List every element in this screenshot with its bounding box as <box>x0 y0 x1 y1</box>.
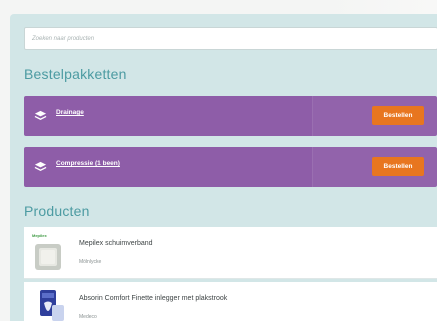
layers-icon <box>34 110 47 120</box>
product-thumbnail-absorin <box>30 287 70 321</box>
products-section-title: Producten <box>24 203 90 219</box>
product-row-absorin[interactable]: Absorin Comfort Finette inlegger met pla… <box>24 282 437 321</box>
order-button-compressie[interactable]: Bestellen <box>372 157 424 176</box>
packages-section-title: Bestelpakketten <box>24 66 127 82</box>
search-input[interactable]: Zoeken naar producten <box>24 27 437 50</box>
package-row-drainage: Drainage Bestellen <box>24 96 437 136</box>
order-button-drainage[interactable]: Bestellen <box>372 106 424 125</box>
package-row-compressie: Compressie (1 been) Bestellen <box>24 147 437 187</box>
product-name-mepilex[interactable]: Mepilex schuimverband <box>79 240 153 247</box>
product-thumbnail-mepilex: Mepilex <box>30 232 70 274</box>
product-name-absorin[interactable]: Absorin Comfort Finette inlegger met pla… <box>79 295 227 302</box>
package-link-compressie[interactable]: Compressie (1 been) <box>56 160 120 167</box>
content-panel: Zoeken naar producten Bestelpakketten Dr… <box>10 14 437 321</box>
layers-icon <box>34 161 47 171</box>
product-brand-mepilex: Mölnlycke <box>79 259 102 265</box>
mepilex-logo: Mepilex <box>32 233 47 238</box>
package-link-drainage[interactable]: Drainage <box>56 109 84 116</box>
product-row-mepilex[interactable]: Mepilex Mepilex schuimverband Mölnlycke <box>24 227 437 279</box>
product-brand-absorin: Medeco <box>79 314 97 320</box>
